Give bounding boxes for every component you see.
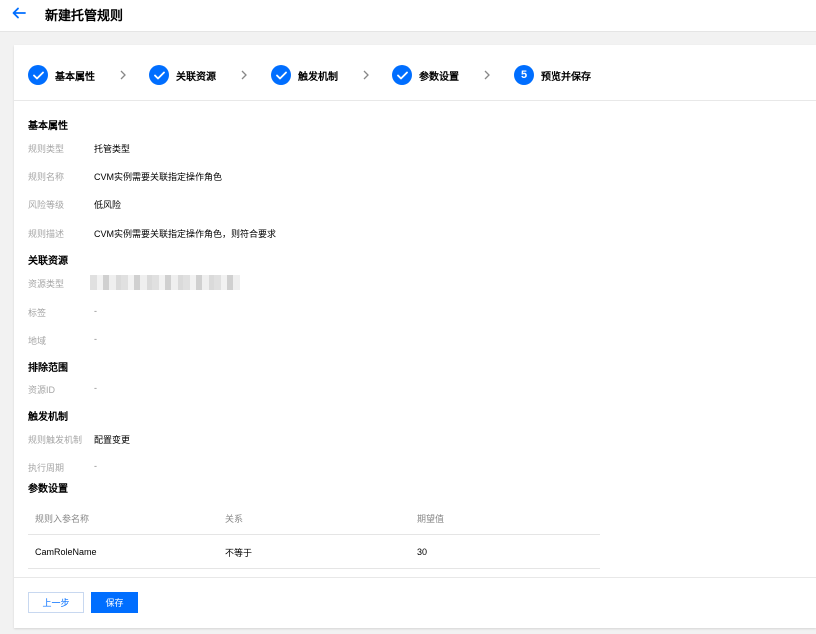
step-done-circle	[149, 65, 169, 85]
step-preview-save[interactable]: 5 预览并保存	[514, 65, 591, 85]
tag-label: 标签	[28, 308, 47, 318]
check-icon	[153, 71, 165, 79]
column-header-expected: 期望值	[417, 513, 445, 524]
chevron-right-icon	[482, 68, 492, 82]
resource-id-label: 资源ID	[28, 385, 56, 395]
rule-type-label: 规则类型	[28, 144, 65, 154]
execution-period-label: 执行周期	[28, 463, 65, 473]
table-row: CamRoleName 不等于 30	[28, 535, 600, 569]
risk-level-value: 低风险	[94, 200, 122, 210]
step-related-resources[interactable]: 关联资源	[149, 65, 216, 85]
footer-divider	[14, 577, 816, 578]
step-parameter-settings[interactable]: 参数设置	[392, 65, 459, 85]
step-done-circle	[28, 65, 48, 85]
section-title-params: 参数设置	[28, 484, 68, 495]
param-name-cell: CamRoleName	[35, 547, 97, 557]
step-done-circle	[271, 65, 291, 85]
check-icon	[32, 71, 44, 79]
trigger-mechanism-value: 配置变更	[94, 435, 131, 445]
param-table: 规则入参名称 关系 期望值 CamRoleName 不等于 30	[28, 501, 600, 569]
step-basic-attributes[interactable]: 基本属性	[28, 65, 95, 85]
tag-value: -	[94, 306, 97, 316]
step-trigger-mechanism[interactable]: 触发机制	[271, 65, 338, 85]
rule-desc-label: 规则描述	[28, 229, 65, 239]
resource-type-label: 资源类型	[28, 279, 65, 289]
section-title-resources: 关联资源	[28, 256, 68, 267]
step-label: 关联资源	[176, 71, 216, 83]
step-done-circle	[392, 65, 412, 85]
previous-step-button[interactable]: 上一步	[28, 592, 84, 613]
main-card: 基本属性 关联资源 触发机制 参数设置 5 预览并保存 基本属性 规则类型 托管…	[14, 45, 816, 628]
top-bar: 新建托管规则	[0, 0, 816, 32]
check-icon	[275, 71, 287, 79]
execution-period-value: -	[94, 461, 97, 471]
stepper: 基本属性 关联资源 触发机制 参数设置 5 预览并保存	[14, 45, 816, 101]
column-header-relation: 关系	[225, 513, 244, 524]
column-header-param-name: 规则入参名称	[35, 513, 90, 524]
rule-name-value: CVM实例需要关联指定操作角色	[94, 172, 223, 182]
expected-value-cell: 30	[417, 547, 428, 557]
back-button[interactable]	[10, 4, 28, 22]
rule-desc-value: CVM实例需要关联指定操作角色，则符合要求	[94, 229, 277, 239]
section-title-trigger: 触发机制	[28, 412, 68, 423]
step-label: 参数设置	[419, 71, 459, 83]
region-value: -	[94, 334, 97, 344]
arrow-left-icon	[12, 7, 26, 19]
step-label: 基本属性	[55, 71, 95, 83]
risk-level-label: 风险等级	[28, 200, 65, 210]
step-label: 预览并保存	[541, 71, 591, 83]
region-label: 地域	[28, 336, 47, 346]
chevron-right-icon	[118, 68, 128, 82]
chevron-right-icon	[361, 68, 371, 82]
trigger-mechanism-label: 规则触发机制	[28, 435, 83, 445]
section-title-exclusion: 排除范围	[28, 363, 68, 374]
rule-name-label: 规则名称	[28, 172, 65, 182]
step-number-circle: 5	[514, 65, 534, 85]
check-icon	[396, 71, 408, 79]
chevron-right-icon	[239, 68, 249, 82]
page-title: 新建托管规则	[45, 8, 124, 23]
relation-cell: 不等于	[225, 547, 253, 558]
save-button[interactable]: 保存	[91, 592, 138, 613]
rule-type-value: 托管类型	[94, 144, 131, 154]
resource-id-value: -	[94, 383, 97, 393]
resource-type-value-redacted	[90, 275, 240, 290]
table-header-row: 规则入参名称 关系 期望值	[28, 501, 600, 535]
step-label: 触发机制	[298, 71, 338, 83]
section-title-basic: 基本属性	[28, 121, 68, 132]
